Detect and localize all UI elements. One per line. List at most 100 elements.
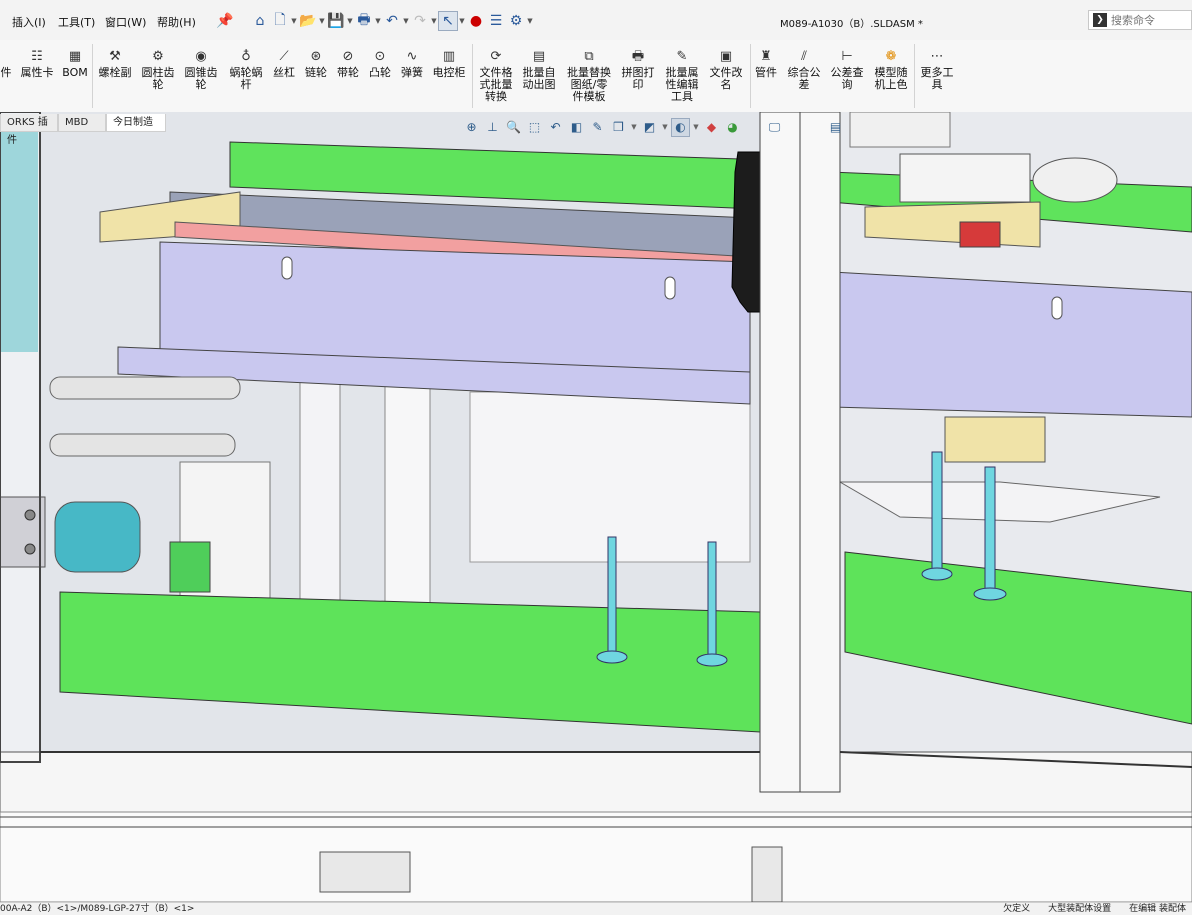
heads-up-view-toolbar: ⊕ ⊥ 🔍 ⬚ ↶ ◧ ✎ ❒ ▼ ◩ ▼ ◐ ▼ ◆ ◕ 🖵 [462,116,784,138]
batch-convert-icon: ⟳ [490,49,502,64]
zoom-to-area-icon[interactable]: ⬚ [525,118,544,137]
status-info: 欠定义 大型装配体设置 在编辑 装配体 [1003,904,1186,914]
display-style-icon[interactable]: ◩ [640,118,659,137]
pulley-icon: ⊘ [342,49,354,64]
hide-show-icon[interactable]: ◐ [671,117,690,137]
search-input[interactable] [1111,13,1189,27]
ribbon-button-pipe[interactable]: ♜ 管件 [752,50,780,79]
ribbon-button-random-color[interactable]: ❁ 模型随 机上色 [870,50,912,91]
chevron-down-icon[interactable]: ▼ [526,17,534,25]
chevron-down-icon[interactable]: ▼ [374,17,382,25]
menu-insert[interactable]: 插入(I) [12,14,46,30]
batch-replace-icon: ⧉ [584,49,594,64]
chevron-down-icon[interactable]: ▼ [630,118,638,137]
tab-solidworks-plugins[interactable]: ORKS 插件 [0,114,58,146]
spur-gear-icon: ⚙ [152,49,164,64]
view-orientation-icon[interactable]: ⊕ [462,118,481,137]
ribbon-button-batch-drawing[interactable]: ▤ 批量自 动出图 [519,50,559,91]
previous-view-icon[interactable]: ↶ [546,118,565,137]
cabinet-icon: ▥ [442,49,456,64]
ribbon-button-worm-gear[interactable]: ♁ 蜗轮蜗 杆 [226,50,266,91]
appearance-icon[interactable]: ◆ [702,118,721,137]
chevron-down-icon[interactable]: ▼ [661,118,669,137]
gear-icon[interactable]: ⚙ [506,11,526,31]
ribbon-button-batch-convert[interactable]: ⟳ 文件格 式批量 转换 [476,50,516,103]
pin-icon[interactable]: 📌 [215,10,235,32]
property-card-icon: ☷ [31,49,43,64]
model-3d-view [0,112,1192,902]
home-icon[interactable]: ⌂ [250,11,270,31]
status-bar: 00A-A2（B）<1>/M089-LGP-27寸（B）<1> 欠定义 大型装配… [0,902,1192,915]
monitor-icon[interactable]: 🖵 [765,118,784,137]
chevron-down-icon[interactable]: ▼ [290,17,298,25]
dynamic-annotation-icon[interactable]: ✎ [588,118,607,137]
ribbon-button-cabinet[interactable]: ▥ 电控柜 [430,50,468,79]
sprocket-icon: ⊛ [310,49,322,64]
ribbon-button-bolt[interactable]: ⚒ 螺栓副 [96,50,134,79]
tab-today-manufacturing[interactable]: 今日制造 [106,114,166,132]
chevron-down-icon[interactable]: ▼ [402,17,410,25]
menu-window[interactable]: 窗口(W) [105,14,146,30]
worm-gear-icon: ♁ [241,49,251,64]
quick-access-toolbar: ⌂ 🗋 ▼ 📂 ▼ 💾 ▼ 🖶 ▼ ↶ ▼ ↷ ▼ ↖ ▼ ● ☰ ⚙ ▼ [250,10,534,32]
menu-help[interactable]: 帮助(H) [157,14,196,30]
search-box[interactable]: ❯ [1088,10,1192,30]
ribbon-button-part[interactable]: 件 [0,50,12,79]
ribbon-button-batch-property[interactable]: ✎ 批量属 性编辑 工具 [661,50,703,103]
chevron-down-icon[interactable]: ▼ [458,17,466,25]
batch-property-icon: ✎ [676,49,688,64]
section-view-icon[interactable]: ◧ [567,118,586,137]
ribbon-button-cam[interactable]: ⊙ 凸轮 [366,50,394,79]
ribbon-separator [92,44,93,108]
more-tools-icon: ⋯ [930,49,944,64]
spring-icon: ∿ [406,49,418,64]
bolt-icon: ⚒ [109,49,121,64]
batch-drawing-icon: ▤ [532,49,546,64]
menu-tools[interactable]: 工具(T) [58,14,95,30]
status-component-path: 00A-A2（B）<1>/M089-LGP-27寸（B）<1> [0,904,195,914]
undo-icon[interactable]: ↶ [382,11,402,31]
new-document-icon[interactable]: 🗋 [270,11,290,31]
normal-to-icon[interactable]: ⊥ [483,118,502,137]
ribbon-button-lead-screw[interactable]: ⟋ 丝杠 [270,50,298,79]
chevron-down-icon[interactable]: ▼ [430,17,438,25]
ribbon-button-bom[interactable]: ▦ BOM [61,50,89,79]
ribbon-button-spur-gear[interactable]: ⚙ 圆柱齿 轮 [139,50,177,91]
part-icon [0,50,14,64]
zoom-icon[interactable]: 🔍 [504,118,523,137]
options-list-icon[interactable]: ☰ [486,11,506,31]
tolerance-query-icon: ⊢ [841,49,853,64]
ribbon-button-rename[interactable]: ▣ 文件改 名 [706,50,746,91]
chevron-down-icon[interactable]: ▼ [692,118,700,137]
chevron-down-icon[interactable]: ▼ [318,17,326,25]
random-color-icon: ❁ [885,49,897,64]
view-cube-icon[interactable]: ❒ [609,118,628,137]
print-icon[interactable]: 🖶 [354,11,374,31]
menu-bar: 插入(I) 工具(T) 窗口(W) 帮助(H) 📌 ⌂ 🗋 ▼ 📂 ▼ 💾 ▼ … [0,0,1192,41]
ribbon-button-property-card[interactable]: ☷ 属性卡 [18,50,56,79]
ribbon-button-print[interactable]: 🖶 拼图打 印 [618,50,658,91]
ribbon-button-bevel-gear[interactable]: ◉ 圆锥齿 轮 [182,50,220,91]
bom-icon: ▦ [68,49,82,64]
ribbon-button-sprocket[interactable]: ⊛ 链轮 [302,50,330,79]
chevron-down-icon[interactable]: ▼ [346,17,354,25]
ribbon-button-tolerance[interactable]: ⫽ 综合公 差 [784,50,824,91]
tab-mbd[interactable]: MBD [58,114,106,132]
graphics-area[interactable]: ORKS 插件 MBD 今日制造 ⊕ ⊥ 🔍 ⬚ ↶ ◧ ✎ ❒ ▼ ◩ ▼ ◐… [0,112,1192,902]
scene-icon[interactable]: ◕ [723,118,742,137]
ribbon-button-spring[interactable]: ∿ 弹簧 [398,50,426,79]
ribbon-button-pulley[interactable]: ⊘ 带轮 [334,50,362,79]
ribbon-button-batch-replace[interactable]: ⧉ 批量替换 图纸/零 件模板 [563,50,615,103]
ribbon-separator [750,44,751,108]
select-cursor-icon[interactable]: ↖ [438,11,458,31]
ribbon-button-tolerance-query[interactable]: ⊢ 公差查 询 [827,50,867,91]
cam-icon: ⊙ [374,49,386,64]
display-pane-icon[interactable]: ▤ [826,117,845,136]
open-folder-icon[interactable]: 📂 [298,11,318,31]
redo-icon[interactable]: ↷ [410,11,430,31]
save-icon[interactable]: 💾 [326,11,346,31]
traffic-light-icon[interactable]: ● [466,11,486,31]
ribbon-button-more-tools[interactable]: ⋯ 更多工 具 [917,50,957,91]
rename-icon: ▣ [719,49,733,64]
